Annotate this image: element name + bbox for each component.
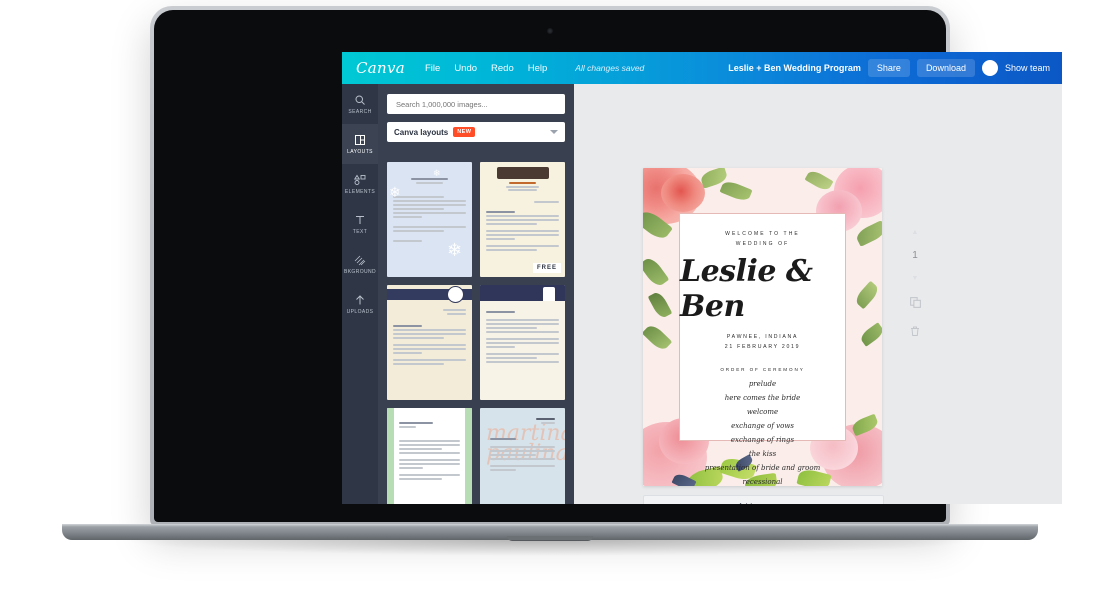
top-bar-actions: Leslie + Ben Wedding Program Share Downl… xyxy=(728,59,1062,77)
wedding-location: PAWNEE, INDIANA xyxy=(726,334,799,340)
add-new-page-button[interactable]: + Add a new page xyxy=(643,495,884,504)
chevron-down-icon[interactable] xyxy=(550,130,558,134)
design-canvas-page[interactable]: WELCOME TO THE WEDDING OF Leslie & Ben P… xyxy=(643,168,882,486)
list-item: welcome xyxy=(746,407,779,416)
upload-icon xyxy=(354,293,366,306)
list-item: presentation of bride and groom xyxy=(704,463,821,472)
snowflake-icon: ❄ xyxy=(389,184,401,200)
sidebar-label-elements: ELEMENTS xyxy=(344,189,376,195)
search-input[interactable] xyxy=(394,98,558,110)
accent-bar xyxy=(465,408,472,504)
webcam-icon xyxy=(547,28,553,34)
list-item: recessional xyxy=(742,477,783,486)
leaf-decoration xyxy=(804,168,834,193)
share-button[interactable]: Share xyxy=(867,59,910,77)
document-title[interactable]: Leslie + Ben Wedding Program xyxy=(728,63,861,73)
snowflake-icon: ❄ xyxy=(433,168,441,178)
wedding-date: 21 FEBRUARY 2019 xyxy=(724,344,801,351)
duplicate-page-icon[interactable] xyxy=(909,296,922,311)
template-thumbnail[interactable] xyxy=(387,408,472,504)
template-thumbnail[interactable]: ❄ ❄ ❄ xyxy=(387,162,472,277)
leaf-decoration xyxy=(719,178,753,204)
sidebar-label-uploads: UPLOADS xyxy=(346,309,374,315)
list-item: exchange of rings xyxy=(730,435,795,444)
sidebar-label-background-text: TEXT xyxy=(352,229,368,235)
canvas-area: WELCOME TO THE WEDDING OF Leslie & Ben P… xyxy=(574,84,1062,504)
welcome-line-2: WEDDING OF xyxy=(735,240,790,247)
sidebar-label-search: SEARCH xyxy=(348,109,372,115)
leaf-decoration xyxy=(854,220,882,247)
seal-icon xyxy=(447,286,464,303)
sidebar-item-text[interactable]: TEXT xyxy=(342,204,378,244)
leaf-decoration xyxy=(853,280,881,310)
left-rail: SEARCH LAYOUTS ELEMENTS TEXT BKGROUND UP… xyxy=(342,84,378,504)
chevron-down-icon[interactable]: ▼ xyxy=(912,275,919,282)
show-team-button[interactable]: Show team xyxy=(1005,63,1050,73)
layouts-icon xyxy=(354,133,366,146)
accent-bar xyxy=(387,408,394,504)
sidebar-label-layouts: LAYOUTS xyxy=(347,149,373,155)
menu-item-undo[interactable]: Undo xyxy=(454,63,477,74)
sidebar-item-elements[interactable]: ELEMENTS xyxy=(342,164,378,204)
layouts-dropdown-label: Canva layouts xyxy=(394,127,449,137)
trash-icon[interactable] xyxy=(909,325,921,340)
menu-item-help[interactable]: Help xyxy=(528,63,548,74)
background-icon xyxy=(354,253,366,266)
rose-decoration xyxy=(661,174,705,212)
text-icon xyxy=(354,213,366,226)
sidebar-item-search[interactable]: SEARCH xyxy=(342,84,378,124)
search-icon xyxy=(354,93,366,106)
order-of-ceremony-list: prelude here comes the bride welcome exc… xyxy=(705,380,820,486)
layouts-panel: Canva layouts NEW ❄ ❄ ❄ xyxy=(378,84,574,504)
building-icon xyxy=(543,287,555,301)
elements-icon xyxy=(353,173,367,186)
template-thumbnail[interactable]: martinapaulina xyxy=(480,408,565,504)
download-button[interactable]: Download xyxy=(916,59,975,77)
layouts-dropdown[interactable]: Canva layouts NEW xyxy=(387,122,565,142)
leaf-decoration xyxy=(858,322,882,347)
save-status-text: All changes saved xyxy=(575,63,645,73)
couple-names[interactable]: Leslie & Ben xyxy=(680,254,845,324)
sidebar-label-background: BKGROUND xyxy=(343,269,377,275)
leaf-decoration xyxy=(647,290,673,320)
list-item: here comes the bride xyxy=(724,393,801,402)
list-item: exchange of vows xyxy=(731,421,794,430)
template-thumbnail[interactable] xyxy=(387,285,472,400)
template-thumbnail[interactable]: FREE xyxy=(480,162,565,277)
screenshot-root: Canva File Undo Redo Help All changes sa… xyxy=(0,0,1100,601)
sidebar-item-uploads[interactable]: UPLOADS xyxy=(342,284,378,324)
laptop-lid: Canva File Undo Redo Help All changes sa… xyxy=(150,6,1062,526)
list-item: prelude xyxy=(748,379,777,388)
menu-item-redo[interactable]: Redo xyxy=(491,63,514,74)
app-top-bar: Canva File Undo Redo Help All changes sa… xyxy=(342,52,1062,84)
canva-logo[interactable]: Canva xyxy=(356,59,405,77)
leaf-decoration xyxy=(643,255,670,289)
avatar[interactable] xyxy=(981,60,998,76)
laptop-shadow xyxy=(120,540,980,556)
chevron-up-icon[interactable]: ▲ xyxy=(912,229,919,236)
welcome-line-1: WELCOME TO THE xyxy=(725,231,800,237)
order-of-ceremony-title: ORDER OF CEREMONY xyxy=(720,366,805,372)
menu-item-file[interactable]: File xyxy=(425,63,440,74)
laptop-screen-bezel: Canva File Undo Redo Help All changes sa… xyxy=(154,10,1062,522)
program-text-block: WELCOME TO THE WEDDING OF Leslie & Ben P… xyxy=(679,213,846,486)
new-badge: NEW xyxy=(453,127,476,137)
canva-app-window: Canva File Undo Redo Help All changes sa… xyxy=(342,52,1062,504)
ribbon-decoration xyxy=(496,167,549,179)
sidebar-item-layouts[interactable]: LAYOUTS xyxy=(342,124,378,164)
template-thumbnail-grid: ❄ ❄ ❄ FREE martina xyxy=(378,154,574,504)
list-item: the kiss xyxy=(748,449,777,458)
page-number: 1 xyxy=(912,250,918,261)
search-input-wrapper[interactable] xyxy=(387,94,565,114)
page-controls: ▲ 1 ▼ xyxy=(904,229,926,340)
template-thumbnail[interactable] xyxy=(480,285,565,400)
snowflake-icon: ❄ xyxy=(447,240,463,260)
free-badge: FREE xyxy=(532,263,561,273)
main-menu: File Undo Redo Help All changes saved xyxy=(425,63,644,74)
leaf-decoration xyxy=(643,322,673,353)
sidebar-item-background[interactable]: BKGROUND xyxy=(342,244,378,284)
